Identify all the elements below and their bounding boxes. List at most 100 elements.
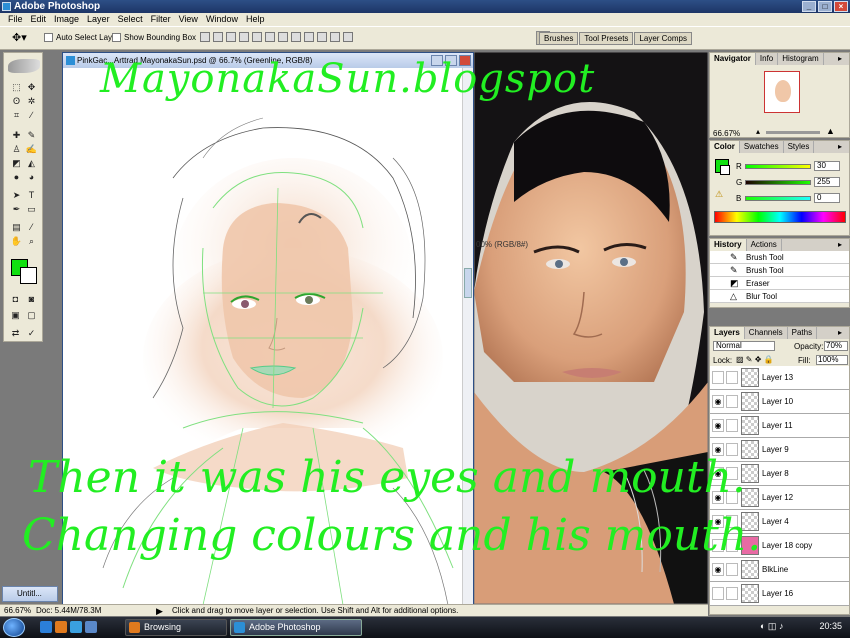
lasso-tool-icon[interactable]: ʘ (10, 95, 23, 107)
magic-wand-icon[interactable]: ✲ (25, 95, 38, 107)
g-slider[interactable] (745, 179, 811, 185)
close-button[interactable]: × (834, 1, 848, 12)
eyedropper-icon[interactable]: ⁄ (25, 221, 38, 233)
clock[interactable]: 20:35 (819, 621, 842, 631)
panel-menu-icon[interactable]: ▸ (834, 327, 846, 338)
show-desktop-icon[interactable] (40, 621, 52, 633)
maximize-button[interactable]: □ (818, 1, 832, 12)
link-toggle[interactable] (726, 371, 738, 384)
panel-menu-icon[interactable]: ▸ (834, 141, 846, 152)
fill-input[interactable]: 100% (816, 355, 848, 365)
visibility-toggle[interactable]: ◉ (712, 419, 724, 432)
menu-window[interactable]: Window (202, 13, 242, 26)
bounding-box-checkbox[interactable] (112, 33, 121, 42)
tab-swatches[interactable]: Swatches (740, 141, 784, 153)
blend-mode-select[interactable]: Normal (713, 341, 775, 351)
align-right-icon[interactable] (265, 32, 275, 42)
history-brush-icon[interactable]: ✍ (25, 143, 38, 155)
shape-tool-icon[interactable]: ▭ (25, 203, 38, 215)
b-slider[interactable] (745, 195, 811, 201)
switch-windows-icon[interactable] (85, 621, 97, 633)
menu-filter[interactable]: Filter (147, 13, 175, 26)
layer-row[interactable]: ◉ Layer 10 (710, 390, 849, 414)
tab-styles[interactable]: Styles (784, 141, 815, 153)
zoom-in-icon[interactable]: ▲ (826, 126, 835, 136)
jump-to-imageready-icon[interactable]: ⇄ (9, 327, 22, 339)
history-item[interactable]: ◩ Eraser (710, 277, 849, 290)
history-item[interactable]: ✎ Brush Tool (710, 251, 849, 264)
menu-edit[interactable]: Edit (27, 13, 51, 26)
screen-mode-icon[interactable]: ▣ (9, 309, 22, 321)
menu-image[interactable]: Image (50, 13, 83, 26)
menu-select[interactable]: Select (114, 13, 147, 26)
history-item[interactable]: ✎ Brush Tool (710, 264, 849, 277)
scrollbar-thumb[interactable] (464, 268, 472, 298)
hand-tool-icon[interactable]: ✋ (10, 235, 23, 247)
type-tool-icon[interactable]: T (25, 189, 38, 201)
background-color-swatch[interactable] (20, 267, 37, 284)
edit-icon[interactable]: ✓ (25, 327, 38, 339)
distribute-bottom-icon[interactable] (304, 32, 314, 42)
history-item[interactable]: △ Blur Tool (710, 290, 849, 303)
taskbar-item-photoshop[interactable]: Adobe Photoshop (230, 619, 362, 636)
distribute-top-icon[interactable] (278, 32, 288, 42)
move-tool-icon[interactable]: ✥▾ (12, 31, 27, 44)
fullscreen-mode-icon[interactable]: ▢ (25, 309, 38, 321)
align-bottom-icon[interactable] (226, 32, 236, 42)
opacity-input[interactable]: 70% (824, 341, 848, 351)
panel-menu-icon[interactable]: ▸ (834, 239, 846, 250)
layer-row[interactable]: Layer 13 (710, 366, 849, 390)
tab-layers[interactable]: Layers (710, 327, 745, 339)
tab-navigator[interactable]: Navigator (710, 53, 756, 65)
minimized-document[interactable]: Untitl... (2, 586, 58, 602)
notes-tool-icon[interactable]: ▤ (10, 221, 23, 233)
r-slider[interactable] (745, 163, 811, 169)
paint-bucket-icon[interactable]: ◭ (25, 157, 38, 169)
panel-menu-icon[interactable]: ▸ (834, 53, 846, 64)
align-hcenter-icon[interactable] (252, 32, 262, 42)
well-tab-tool-presets[interactable]: Tool Presets (579, 32, 634, 45)
navigator-zoom-slider[interactable] (766, 131, 820, 134)
align-vcenter-icon[interactable] (213, 32, 223, 42)
tab-history[interactable]: History (710, 239, 747, 251)
taskbar-item-browser[interactable]: Browsing deviantAR... (125, 619, 227, 638)
layer-row[interactable]: ◉ Layer 11 (710, 414, 849, 438)
tab-info[interactable]: Info (756, 53, 779, 65)
path-select-icon[interactable]: ➤ (10, 189, 23, 201)
gamut-warning-icon[interactable]: ⚠ (715, 189, 723, 200)
status-zoom[interactable]: 66.67% (4, 605, 31, 617)
lock-icons[interactable]: ▨ ✎ ✥ 🔒 (736, 355, 774, 364)
link-toggle[interactable] (726, 395, 738, 408)
navigator-zoom[interactable]: 66.67% (713, 129, 740, 138)
brush-tool-icon[interactable]: ✎ (25, 129, 38, 141)
feather-logo-icon[interactable] (8, 59, 40, 73)
navigator-thumbnail[interactable] (764, 71, 800, 113)
blur-tool-icon[interactable]: ● (10, 171, 23, 183)
g-value[interactable]: 255 (814, 177, 840, 187)
marquee-tool-icon[interactable]: ⬚ (10, 81, 23, 93)
well-tab-layer-comps[interactable]: Layer Comps (634, 32, 692, 45)
pen-tool-icon[interactable]: ✒ (10, 203, 23, 215)
status-arrow-icon[interactable]: ▶ (156, 605, 163, 617)
crop-tool-icon[interactable]: ⌗ (10, 109, 23, 121)
b-value[interactable]: 0 (814, 193, 840, 203)
menu-layer[interactable]: Layer (83, 13, 114, 26)
link-toggle[interactable] (726, 587, 738, 600)
menu-help[interactable]: Help (242, 13, 269, 26)
visibility-toggle[interactable] (712, 587, 724, 600)
distribute-vcenter-icon[interactable] (291, 32, 301, 42)
layer-row[interactable]: ◉ BlkLine (710, 558, 849, 582)
tab-histogram[interactable]: Histogram (778, 53, 824, 65)
distribute-left-icon[interactable] (317, 32, 327, 42)
bounding-box-option[interactable]: Show Bounding Box (112, 33, 196, 42)
r-value[interactable]: 30 (814, 161, 840, 171)
eraser-icon[interactable]: ◩ (10, 157, 23, 169)
link-toggle[interactable] (726, 563, 738, 576)
tab-color[interactable]: Color (710, 141, 740, 153)
quick-mask-icon[interactable]: ◙ (25, 293, 38, 305)
zoom-tool-icon[interactable]: ⌕ (25, 235, 38, 247)
firefox-icon[interactable] (55, 621, 67, 633)
tab-channels[interactable]: Channels (745, 327, 788, 339)
tab-paths[interactable]: Paths (788, 327, 818, 339)
layer-row[interactable]: Layer 16 (710, 582, 849, 606)
